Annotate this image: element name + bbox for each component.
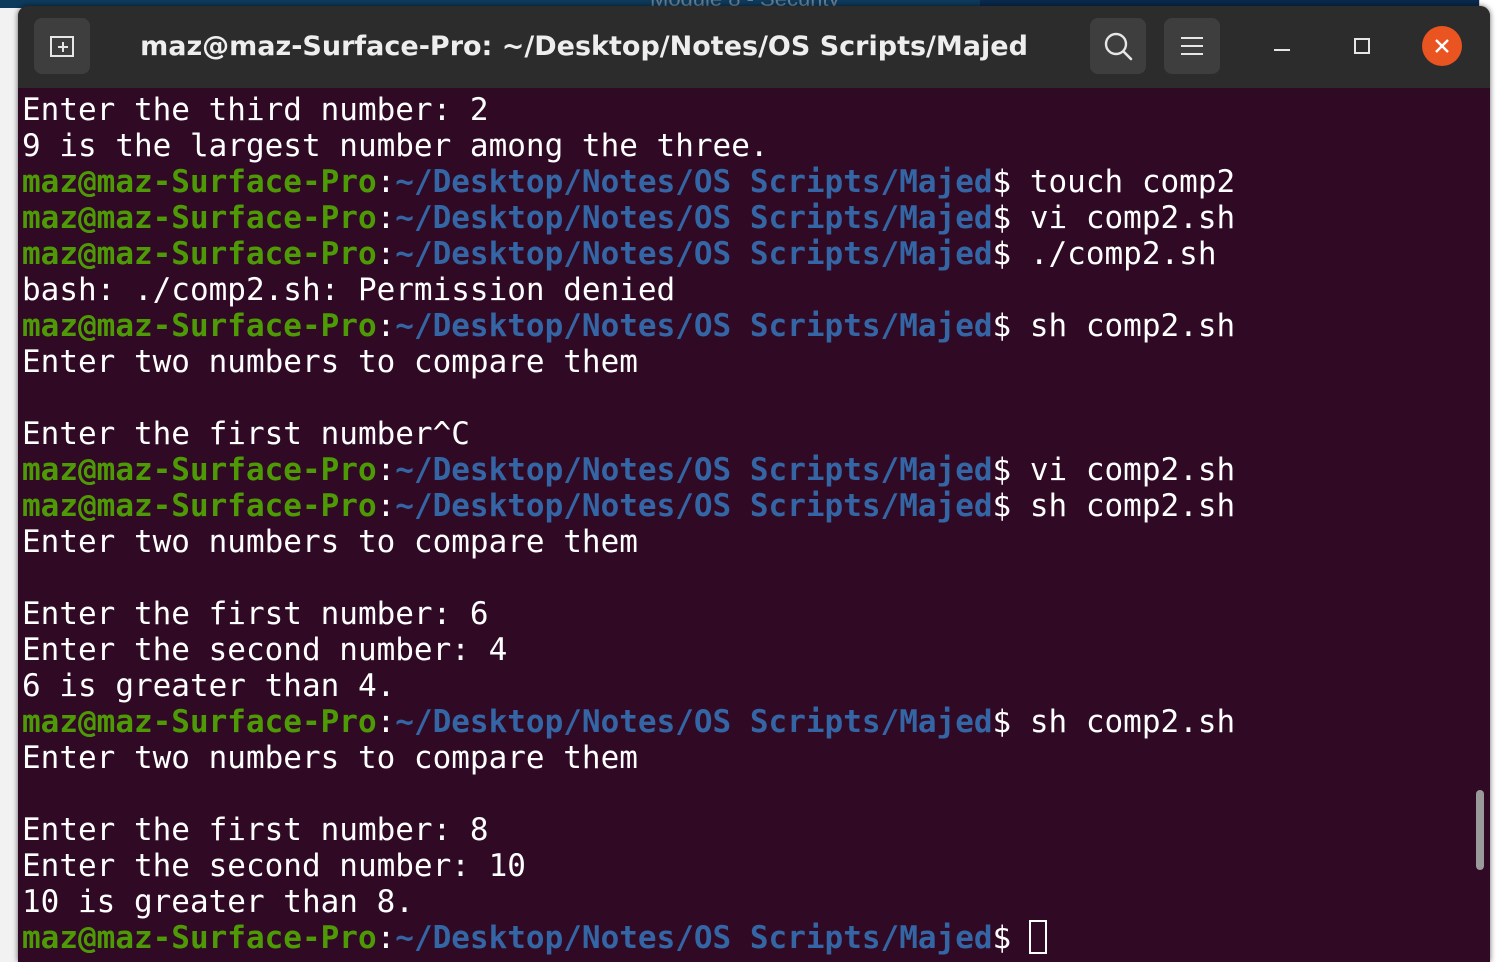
command-text: touch comp2 [1011, 164, 1236, 200]
new-tab-button[interactable] [34, 18, 90, 74]
prompt-user-host: maz@maz-Surface-Pro [22, 920, 377, 956]
prompt-separator: : [376, 200, 396, 236]
search-button[interactable] [1090, 18, 1146, 74]
prompt-line: maz@maz-Surface-Pro:~/Desktop/Notes/OS S… [22, 236, 1490, 272]
prompt-path: ~/Desktop/Notes/OS Scripts/Majed [395, 200, 993, 236]
prompt-path: ~/Desktop/Notes/OS Scripts/Majed [395, 308, 993, 344]
prompt-separator: : [376, 308, 396, 344]
prompt-line: maz@maz-Surface-Pro:~/Desktop/Notes/OS S… [22, 920, 1490, 956]
output-line: Enter the third number: 2 [22, 92, 489, 128]
terminal-output[interactable]: Enter the third number: 29 is the larges… [18, 88, 1490, 962]
output-line: Enter the second number: 4 [22, 632, 508, 668]
hamburger-menu-icon [1181, 37, 1203, 55]
prompt-symbol: $ [992, 920, 1012, 956]
prompt-separator: : [376, 236, 396, 272]
output-line: Enter the first number: 8 [22, 812, 489, 848]
prompt-user-host: maz@maz-Surface-Pro [22, 488, 377, 524]
prompt-symbol: $ [992, 452, 1012, 488]
prompt-path: ~/Desktop/Notes/OS Scripts/Majed [395, 488, 993, 524]
prompt-line: maz@maz-Surface-Pro:~/Desktop/Notes/OS S… [22, 308, 1490, 344]
output-line: Enter two numbers to compare them [22, 344, 638, 380]
prompt-line: maz@maz-Surface-Pro:~/Desktop/Notes/OS S… [22, 164, 1490, 200]
prompt-path: ~/Desktop/Notes/OS Scripts/Majed [395, 704, 993, 740]
output-line: Enter the first number: 6 [22, 596, 489, 632]
prompt-separator: : [376, 704, 396, 740]
prompt-symbol: $ [992, 308, 1012, 344]
command-text: sh comp2.sh [1011, 704, 1236, 740]
prompt-line: maz@maz-Surface-Pro:~/Desktop/Notes/OS S… [22, 704, 1490, 740]
terminal-titlebar[interactable]: maz@maz-Surface-Pro: ~/Desktop/Notes/OS … [18, 6, 1490, 88]
command-text: ./comp2.sh [1011, 236, 1217, 272]
new-tab-icon [50, 36, 74, 57]
window-title: maz@maz-Surface-Pro: ~/Desktop/Notes/OS … [140, 31, 1028, 62]
prompt-symbol: $ [992, 164, 1012, 200]
maximize-button[interactable] [1342, 26, 1382, 66]
close-button[interactable] [1422, 26, 1462, 66]
output-line: Enter the second number: 10 [22, 848, 526, 884]
prompt-user-host: maz@maz-Surface-Pro [22, 452, 377, 488]
prompt-symbol: $ [992, 488, 1012, 524]
scrollbar[interactable] [1476, 790, 1484, 870]
output-line: 6 is greater than 4. [22, 668, 396, 704]
command-text: sh comp2.sh [1011, 488, 1236, 524]
close-icon [1435, 39, 1449, 53]
prompt-line: maz@maz-Surface-Pro:~/Desktop/Notes/OS S… [22, 200, 1490, 236]
maximize-icon [1354, 38, 1370, 54]
command-text: vi comp2.sh [1011, 200, 1236, 236]
prompt-separator: : [376, 164, 396, 200]
minimize-icon [1274, 49, 1290, 51]
prompt-line: maz@maz-Surface-Pro:~/Desktop/Notes/OS S… [22, 488, 1490, 524]
prompt-separator: : [376, 920, 396, 956]
prompt-separator: : [376, 452, 396, 488]
command-text: vi comp2.sh [1011, 452, 1236, 488]
prompt-symbol: $ [992, 200, 1012, 236]
prompt-user-host: maz@maz-Surface-Pro [22, 308, 377, 344]
minimize-button[interactable] [1262, 26, 1302, 66]
output-line: Enter the first number^C [22, 416, 470, 452]
prompt-user-host: maz@maz-Surface-Pro [22, 704, 377, 740]
desktop-screen: Module 8 - Security maz@maz-Surface-Pro:… [0, 0, 1500, 962]
prompt-path: ~/Desktop/Notes/OS Scripts/Majed [395, 164, 993, 200]
output-line: bash: ./comp2.sh: Permission denied [22, 272, 676, 308]
output-line: Enter two numbers to compare them [22, 524, 638, 560]
command-text: sh comp2.sh [1011, 308, 1236, 344]
prompt-user-host: maz@maz-Surface-Pro [22, 200, 377, 236]
prompt-path: ~/Desktop/Notes/OS Scripts/Majed [395, 452, 993, 488]
output-line: 10 is greater than 8. [22, 884, 414, 920]
menu-button[interactable] [1164, 18, 1220, 74]
prompt-symbol: $ [992, 236, 1012, 272]
search-icon [1104, 32, 1133, 61]
prompt-symbol: $ [992, 704, 1012, 740]
prompt-path: ~/Desktop/Notes/OS Scripts/Majed [395, 236, 993, 272]
prompt-separator: : [376, 488, 396, 524]
output-line: 9 is the largest number among the three. [22, 128, 769, 164]
prompt-user-host: maz@maz-Surface-Pro [22, 164, 377, 200]
output-line: Enter two numbers to compare them [22, 740, 638, 776]
terminal-window: maz@maz-Surface-Pro: ~/Desktop/Notes/OS … [18, 6, 1490, 962]
prompt-user-host: maz@maz-Surface-Pro [22, 236, 377, 272]
prompt-line: maz@maz-Surface-Pro:~/Desktop/Notes/OS S… [22, 452, 1490, 488]
text-cursor [1029, 920, 1048, 954]
prompt-path: ~/Desktop/Notes/OS Scripts/Majed [395, 920, 993, 956]
